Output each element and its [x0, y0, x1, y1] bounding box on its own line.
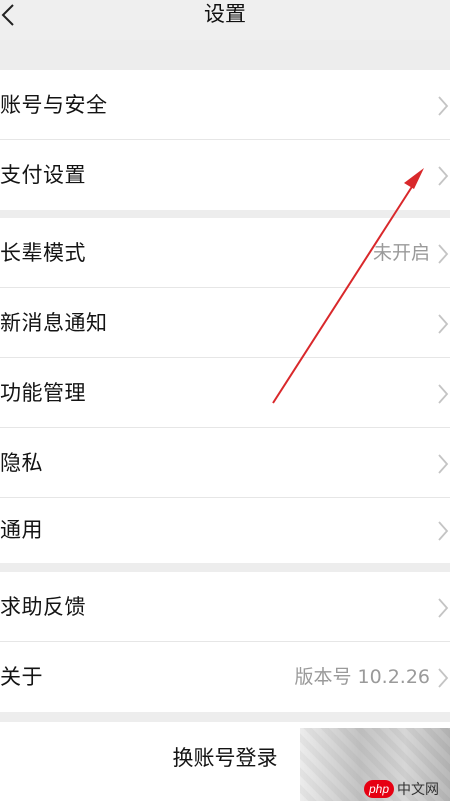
chevron-right-icon — [438, 96, 449, 116]
settings-item-about[interactable]: 关于 版本号 10.2.26 — [0, 642, 450, 712]
settings-item-label: 长辈模式 — [0, 241, 86, 265]
chevron-right-icon — [438, 454, 449, 474]
settings-group-help: 求助反馈 关于 版本号 10.2.26 — [0, 572, 450, 712]
chevron-right-icon — [438, 166, 449, 186]
chevron-right-icon — [438, 521, 449, 541]
chevron-right-icon — [438, 244, 449, 264]
settings-item-account-security[interactable]: 账号与安全 — [0, 70, 450, 140]
settings-item-label: 新消息通知 — [0, 311, 108, 335]
nav-bar: 设置 — [0, 0, 450, 40]
settings-item-privacy[interactable]: 隐私 — [0, 428, 450, 498]
settings-item-value: 版本号 10.2.26 — [294, 666, 430, 688]
settings-group-general: 长辈模式 未开启 新消息通知 功能管理 隐私 通用 — [0, 218, 450, 563]
settings-item-label: 隐私 — [0, 451, 43, 475]
settings-item-label: 功能管理 — [0, 381, 86, 405]
settings-item-features[interactable]: 功能管理 — [0, 358, 450, 428]
settings-item-elder-mode[interactable]: 长辈模式 未开启 — [0, 218, 450, 288]
settings-item-label: 求助反馈 — [0, 595, 86, 619]
settings-item-label: 关于 — [0, 665, 43, 689]
chevron-right-icon — [438, 384, 449, 404]
settings-item-general[interactable]: 通用 — [0, 498, 450, 563]
settings-item-label: 通用 — [0, 518, 43, 542]
watermark-text: 中文网 — [397, 781, 439, 797]
settings-item-label: 账号与安全 — [0, 93, 108, 117]
settings-item-notifications[interactable]: 新消息通知 — [0, 288, 450, 358]
settings-item-label: 支付设置 — [0, 163, 86, 187]
watermark-logo: php 中文网 — [364, 778, 450, 800]
settings-item-value: 未开启 — [372, 242, 430, 264]
chevron-right-icon — [438, 314, 449, 334]
settings-item-payment[interactable]: 支付设置 — [0, 140, 450, 210]
chevron-right-icon — [438, 668, 449, 688]
page-title: 设置 — [204, 2, 246, 26]
watermark-badge: php — [364, 780, 394, 798]
settings-group-account: 账号与安全 支付设置 — [0, 70, 450, 210]
settings-item-feedback[interactable]: 求助反馈 — [0, 572, 450, 642]
chevron-right-icon — [438, 598, 449, 618]
